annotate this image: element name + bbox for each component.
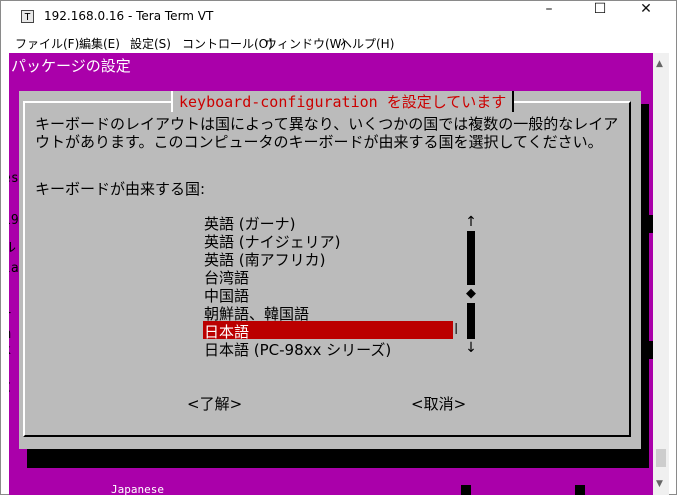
background-block (575, 485, 585, 495)
scroll-down-arrow-icon[interactable]: ↓ (464, 339, 478, 357)
list-item[interactable]: 朝鮮語、韓国語 (203, 303, 453, 323)
background-text-fragment: es (9, 171, 19, 186)
menu-bar: ファイル(F) 編集(E) 設定(S) コントロール(O) ウィンドウ(W) ヘ… (1, 33, 676, 53)
cancel-button[interactable]: <取消> (411, 393, 466, 414)
tera-term-window: T 192.168.0.16 - Tera Term VT – ☐ ✕ ファイル… (0, 0, 677, 495)
maximize-button[interactable]: ☐ (577, 1, 623, 33)
menu-help[interactable]: ヘルプ(H) (340, 35, 394, 52)
minimize-button[interactable]: – (526, 1, 572, 33)
text-cursor-icon: I (454, 320, 459, 338)
list-item-selected[interactable]: 日本語 (203, 321, 453, 341)
list-item[interactable]: 日本語 (PC-98xx シリーズ) (203, 339, 453, 359)
menu-file[interactable]: ファイル(F) (15, 35, 79, 52)
dialog-title: keyboard-configuration を設定しています (171, 91, 515, 112)
country-list[interactable]: 英語 (ガーナ) 英語 (ナイジェリア) 英語 (南アフリカ) 台湾語 中国語 … (203, 213, 453, 359)
scroll-up-arrow-icon[interactable]: ↑ (464, 213, 478, 231)
menu-edit[interactable]: 編集(E) (79, 35, 120, 52)
country-prompt: キーボードが由来する国: (35, 180, 206, 198)
title-bar[interactable]: T 192.168.0.16 - Tera Term VT – ☐ ✕ (1, 1, 676, 33)
close-button[interactable]: ✕ (623, 1, 669, 33)
background-text-fragment: T (9, 311, 11, 326)
window-scroll-thumb[interactable] (656, 449, 666, 467)
ok-button[interactable]: <了解> (187, 393, 242, 414)
background-text-fragment: k (9, 343, 11, 358)
tera-term-app-icon[interactable]: T (21, 10, 34, 23)
scroll-up-icon[interactable]: ▲ (656, 59, 663, 69)
background-text-fragment: C (9, 381, 11, 396)
list-item[interactable]: 台湾語 (203, 267, 453, 287)
list-item[interactable]: 英語 (ガーナ) (203, 213, 453, 233)
terminal-screen[interactable]: パッケージの設定 es 19 ル la T m k C Japanese key… (9, 53, 653, 495)
list-item[interactable]: 英語 (南アフリカ) (203, 249, 453, 269)
background-text-fragment: Japanese (111, 483, 164, 495)
list-scrollbar[interactable]: ↑ ◆ ↓ (464, 213, 478, 357)
background-text-fragment: m (9, 327, 11, 342)
window-scrollbar[interactable]: ▲ ▼ (653, 53, 669, 495)
scroll-down-icon[interactable]: ▼ (656, 479, 663, 489)
background-text-fragment: 19 (9, 213, 19, 228)
window-title: 192.168.0.16 - Tera Term VT (44, 9, 214, 23)
background-text-fragment: ル (9, 241, 17, 256)
menu-setup[interactable]: 設定(S) (130, 35, 171, 52)
list-item[interactable]: 英語 (ナイジェリア) (203, 231, 453, 251)
menu-control[interactable]: コントロール(O) (182, 35, 273, 52)
background-block (461, 485, 471, 495)
menu-window[interactable]: ウィンドウ(W) (265, 35, 346, 52)
keyboard-configuration-dialog: keyboard-configuration を設定しています キーボードのレイ… (19, 91, 641, 449)
dialog-description: キーボードのレイアウトは国によって異なり、いくつかの国では複数の一般的なレイアウ… (35, 115, 619, 151)
scroll-thumb-icon[interactable]: ◆ (464, 285, 478, 303)
list-item[interactable]: 中国語 (203, 285, 453, 305)
package-config-title: パッケージの設定 (11, 57, 131, 75)
background-text-fragment: la (9, 261, 19, 276)
